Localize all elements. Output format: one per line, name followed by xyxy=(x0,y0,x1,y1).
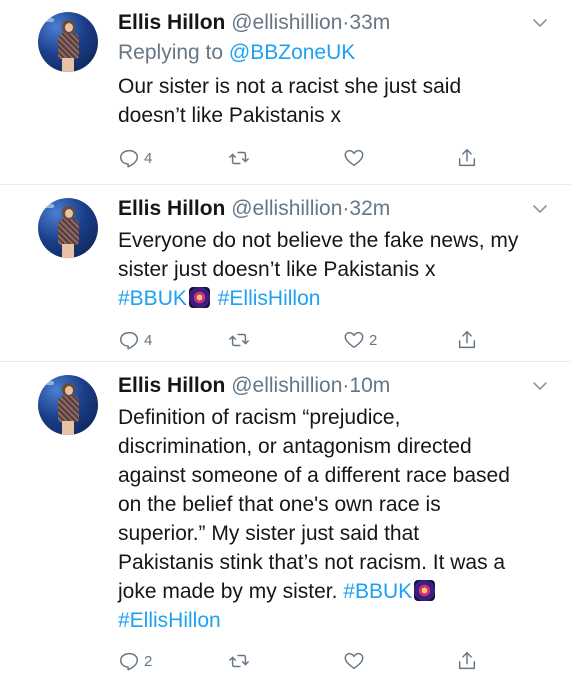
retweet-button[interactable] xyxy=(228,649,250,673)
tweet-actions: 4 xyxy=(118,146,518,170)
like-button[interactable]: 2 xyxy=(343,328,377,352)
retweet-icon xyxy=(229,151,249,165)
chevron-down-icon[interactable] xyxy=(531,377,549,395)
share-icon xyxy=(458,652,476,670)
replying-prefix: Replying to xyxy=(118,41,224,64)
text-line: sister just doesn’t like Pakistanis x xyxy=(118,258,436,281)
replying-to-link[interactable]: @BBZoneUK xyxy=(229,41,355,64)
tweet-text: Our sister is not a racist she just said… xyxy=(118,72,538,130)
hashtag-line: #BBUK #EllisHillon xyxy=(118,284,538,313)
share-icon xyxy=(458,149,476,167)
share-button[interactable] xyxy=(456,146,478,170)
share-icon xyxy=(458,331,476,349)
hashtag-link[interactable]: #EllisHillon xyxy=(118,609,221,632)
hashtag-link[interactable]: #BBUK xyxy=(118,287,187,310)
text-line-with-hashtag: joke made by my sister. #BBUK xyxy=(118,577,558,606)
replying-to: Replying to @BBZoneUK xyxy=(118,40,355,66)
reply-button[interactable]: 4 xyxy=(118,328,152,352)
timestamp[interactable]: 33m xyxy=(349,11,390,34)
avatar[interactable] xyxy=(38,375,98,435)
like-button[interactable] xyxy=(343,146,369,170)
text-line: on the belief that one's own race is xyxy=(118,493,441,516)
text-line: Everyone do not believe the fake news, m… xyxy=(118,229,519,252)
heart-icon xyxy=(344,331,364,349)
hashtag-line: #EllisHillon xyxy=(118,606,558,635)
tweet-actions: 4 2 xyxy=(118,328,518,352)
text-line: against someone of a different race base… xyxy=(118,464,510,487)
reply-button[interactable]: 4 xyxy=(118,146,152,170)
reply-icon xyxy=(120,149,138,168)
handle[interactable]: @ellishillion xyxy=(231,197,342,220)
text-line: superior.” My sister just said that xyxy=(118,522,420,545)
reply-count: 4 xyxy=(144,331,153,349)
handle[interactable]: @ellishillion xyxy=(231,374,342,397)
tweet-header: Ellis Hillon @ellishillion·32m xyxy=(118,196,390,222)
hashtag-link[interactable]: #BBUK xyxy=(343,580,412,603)
tweet-text: Definition of racism “prejudice, discrim… xyxy=(118,403,558,635)
text-line: doesn’t like Pakistanis x xyxy=(118,104,341,127)
tweet-header: Ellis Hillon @ellishillion·10m xyxy=(118,373,390,399)
reply-button[interactable]: 2 xyxy=(118,649,152,673)
text-line: Definition of racism “prejudice, xyxy=(118,406,401,429)
tweet-text: Everyone do not believe the fake news, m… xyxy=(118,226,538,313)
reply-icon xyxy=(120,331,138,350)
hashtag-link[interactable]: #EllisHillon xyxy=(218,287,321,310)
retweet-icon xyxy=(229,654,249,668)
display-name[interactable]: Ellis Hillon xyxy=(118,197,225,220)
tweet-actions: 2 xyxy=(118,649,518,673)
retweet-button[interactable] xyxy=(228,328,250,352)
retweet-icon xyxy=(229,333,249,347)
avatar[interactable] xyxy=(38,12,98,72)
tweet[interactable]: Ellis Hillon @ellishillion·10m Definitio… xyxy=(0,363,571,673)
share-button[interactable] xyxy=(456,328,478,352)
reply-count: 2 xyxy=(144,652,153,670)
like-button[interactable] xyxy=(343,649,369,673)
reply-count: 4 xyxy=(144,149,153,167)
text-line: joke made by my sister. xyxy=(118,580,338,603)
tweet[interactable]: Ellis Hillon @ellishillion·33m Replying … xyxy=(0,0,571,185)
big-brother-eye-icon xyxy=(414,580,436,601)
big-brother-eye-icon xyxy=(188,287,210,308)
text-line: Pakistanis stink that’s not racism. It w… xyxy=(118,551,506,574)
text-line: Our sister is not a racist she just said xyxy=(118,75,462,98)
avatar[interactable] xyxy=(38,198,98,258)
text-line: discrimination, or antagonism directed xyxy=(118,435,472,458)
reply-icon xyxy=(120,652,138,671)
like-count: 2 xyxy=(369,331,378,349)
heart-icon xyxy=(344,652,364,670)
display-name[interactable]: Ellis Hillon xyxy=(118,11,225,34)
chevron-down-icon[interactable] xyxy=(531,14,549,32)
retweet-button[interactable] xyxy=(228,146,250,170)
timestamp[interactable]: 10m xyxy=(349,374,390,397)
timestamp[interactable]: 32m xyxy=(349,197,390,220)
tweet-header: Ellis Hillon @ellishillion·33m xyxy=(118,10,390,36)
tweet[interactable]: Ellis Hillon @ellishillion·32m Everyone … xyxy=(0,186,571,362)
share-button[interactable] xyxy=(456,649,478,673)
heart-icon xyxy=(344,149,364,167)
display-name[interactable]: Ellis Hillon xyxy=(118,374,225,397)
handle[interactable]: @ellishillion xyxy=(231,11,342,34)
chevron-down-icon[interactable] xyxy=(531,200,549,218)
